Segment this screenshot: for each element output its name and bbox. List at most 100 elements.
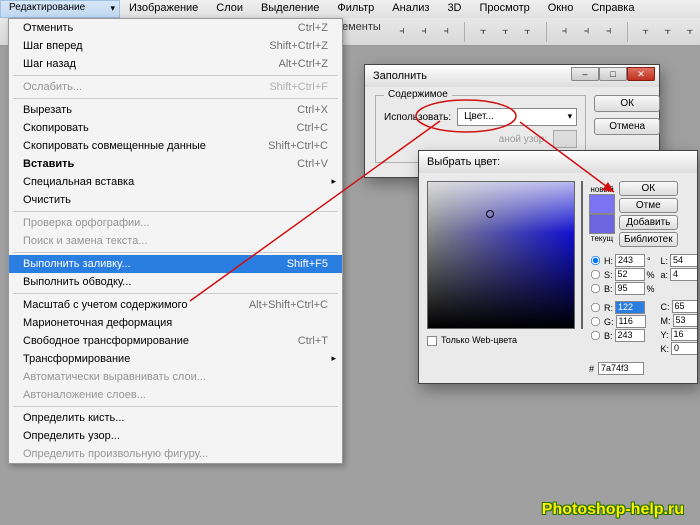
c-input[interactable]: 65 [672,300,698,313]
use-select[interactable]: Цвет... [457,108,577,126]
align-icon[interactable]: ⫟ [473,21,493,43]
r-radio[interactable] [591,303,600,312]
b-input[interactable]: 95 [615,282,645,295]
use-label: Использовать: [384,112,451,123]
menu-item[interactable]: ВырезатьCtrl+X [9,101,342,119]
menu-item[interactable]: Специальная вставка [9,173,342,191]
menu-item[interactable]: Марионеточная деформация [9,314,342,332]
distribute-icon[interactable]: ⫞ [554,21,574,43]
separator [464,22,465,42]
distribute-icon[interactable]: ⫞ [577,21,597,43]
watermark: Photoshop-help.ru [542,501,684,519]
current-color-label: текущ [589,234,615,243]
align-icon[interactable]: ⫟ [495,21,515,43]
bb-input[interactable]: 243 [615,329,645,342]
menu-item: Проверка орфографии... [9,214,342,232]
align-icon[interactable]: ⫞ [414,21,434,43]
menu-item: Автоналожение слоев... [9,386,342,404]
r-input[interactable]: 122 [615,301,645,314]
color-marker[interactable] [486,210,494,218]
separator [546,22,547,42]
a-input[interactable]: 4 [670,268,698,281]
libraries-button[interactable]: Библиотек [619,232,678,247]
s-radio[interactable] [591,270,600,279]
distribute-icon[interactable]: ⫟ [680,21,700,43]
h-radio[interactable] [591,256,600,265]
minimize-button[interactable]: – [571,67,599,81]
align-icon[interactable]: ⫞ [392,21,412,43]
menu-item-window[interactable]: Окно [539,0,583,18]
new-color-label: новый [589,185,615,194]
cancel-button[interactable]: Отме [619,198,678,213]
group-label: Содержимое [384,89,452,100]
menu-item[interactable]: ОтменитьCtrl+Z [9,19,342,37]
distribute-icon[interactable]: ⫞ [599,21,619,43]
pattern-swatch[interactable] [553,130,577,148]
separator [627,22,628,42]
close-button[interactable]: ✕ [627,67,655,81]
hex-input[interactable]: 7a74f3 [598,362,644,375]
menu-item[interactable]: Масштаб с учетом содержимогоAlt+Shift+Ct… [9,296,342,314]
menu-item[interactable]: Очистить [9,191,342,209]
g-input[interactable]: 116 [616,315,646,328]
menubar: Редактирование Изображение Слои Выделени… [0,0,700,18]
menu-item-filter[interactable]: Фильтр [328,0,383,18]
menu-item-view[interactable]: Просмотр [471,0,539,18]
g-radio[interactable] [591,317,600,326]
menu-item-select[interactable]: Выделение [252,0,328,18]
menu-item-analysis[interactable]: Анализ [383,0,438,18]
k-input[interactable]: 0 [671,342,698,355]
menu-item: Автоматически выравнивать слои... [9,368,342,386]
hex-label: # [589,364,594,374]
color-picker-dialog: Выбрать цвет: Только Web-цвета новый тек… [418,150,698,384]
current-swatch [589,214,615,234]
dialog-title-text: Заполнить [373,70,427,82]
menu-item[interactable]: Свободное трансформированиеCtrl+T [9,332,342,350]
l-input[interactable]: 54 [670,254,698,267]
b-radio[interactable] [591,284,600,293]
menu-item[interactable]: Определить кисть... [9,409,342,427]
distribute-icon[interactable]: ⫟ [658,21,678,43]
ok-button[interactable]: ОК [619,181,678,196]
menu-item: Поиск и замена текста... [9,232,342,250]
menu-item[interactable]: Шаг назадAlt+Ctrl+Z [9,55,342,73]
h-input[interactable]: 243 [615,254,645,267]
menu-item: Определить произвольную фигуру... [9,445,342,463]
align-icon[interactable]: ⫞ [436,21,456,43]
saturation-value-field[interactable] [427,181,575,329]
menu-item[interactable]: Выполнить заливку...Shift+F5 [9,255,342,273]
menu-item-edit[interactable]: Редактирование [0,0,120,18]
edit-menu-dropdown: ОтменитьCtrl+ZШаг впередShift+Ctrl+ZШаг … [8,18,343,464]
options-label: ементы [342,21,381,33]
menu-item-layers[interactable]: Слои [207,0,252,18]
menu-item-image[interactable]: Изображение [120,0,207,18]
menu-item[interactable]: Шаг впередShift+Ctrl+Z [9,37,342,55]
bb-radio[interactable] [591,331,600,340]
maximize-button[interactable]: □ [599,67,627,81]
pattern-label: аной узор: [499,134,547,145]
web-colors-checkbox[interactable] [427,336,437,346]
y-input[interactable]: 16 [671,328,698,341]
fill-dialog-title: Заполнить – □ ✕ [365,65,659,87]
new-swatch [589,194,615,214]
menu-item[interactable]: Трансформирование [9,350,342,368]
menu-item[interactable]: Выполнить обводку... [9,273,342,291]
menu-item: Ослабить...Shift+Ctrl+F [9,78,342,96]
m-input[interactable]: 53 [673,314,698,327]
h-label: H: [604,256,613,266]
menu-item-3d[interactable]: 3D [438,0,470,18]
s-input[interactable]: 52 [615,268,645,281]
ok-button[interactable]: ОК [594,95,660,112]
color-dialog-title: Выбрать цвет: [419,151,697,173]
hue-slider[interactable] [581,181,583,329]
align-icon[interactable]: ⫟ [517,21,537,43]
menu-item-help[interactable]: Справка [582,0,643,18]
menu-item[interactable]: Скопировать совмещенные данныеShift+Ctrl… [9,137,342,155]
menu-item[interactable]: СкопироватьCtrl+C [9,119,342,137]
distribute-icon[interactable]: ⫟ [636,21,656,43]
web-colors-label: Только Web-цвета [441,335,517,345]
menu-item[interactable]: ВставитьCtrl+V [9,155,342,173]
add-swatch-button[interactable]: Добавить [619,215,678,230]
cancel-button[interactable]: Отмена [594,118,660,135]
menu-item[interactable]: Определить узор... [9,427,342,445]
